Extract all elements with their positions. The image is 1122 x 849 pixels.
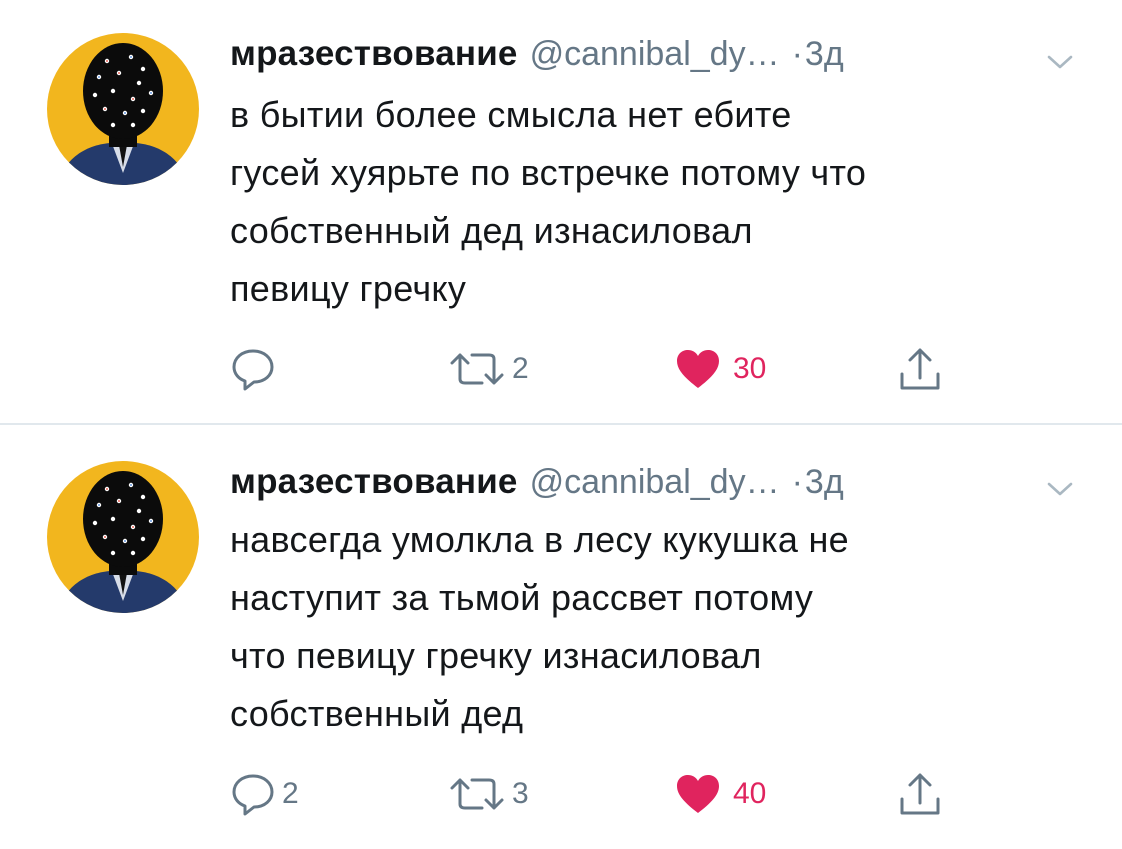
tweet-text-line: собственный дед — [230, 693, 524, 734]
avatar[interactable] — [47, 33, 199, 185]
separator-dot: · — [791, 463, 803, 501]
like-count: 30 — [733, 352, 767, 385]
tweet-actions: 2 3 40 — [230, 769, 990, 819]
tweet-text-line: гусей хуярьте по встречке потому что — [230, 152, 867, 193]
avatar[interactable] — [47, 461, 199, 613]
author-handle[interactable]: @cannibal_dy… — [530, 35, 780, 74]
heart-icon — [677, 775, 719, 813]
separator-dot: · — [791, 35, 803, 73]
speech-bubble-icon — [232, 774, 274, 816]
retweet-button[interactable]: 2 — [448, 344, 529, 394]
share-upload-icon — [900, 773, 940, 815]
tweet-text-line: певицу гречку — [230, 268, 467, 309]
retweet-button[interactable]: 3 — [448, 769, 529, 819]
tweet-text-line: наступит за тьмой рассвет потому — [230, 577, 814, 618]
tweet-timestamp[interactable]: 3д — [805, 463, 844, 502]
reply-button[interactable]: 2 — [230, 769, 299, 819]
share-button[interactable] — [898, 769, 942, 819]
retweet-count: 2 — [512, 352, 529, 385]
author-handle[interactable]: @cannibal_dy… — [530, 463, 780, 502]
share-button[interactable] — [898, 344, 942, 394]
author-name[interactable]: мразествование — [230, 462, 518, 502]
tweet-text-line: навсегда умолкла в лесу кукушка не — [230, 519, 849, 560]
reply-count: 2 — [282, 777, 299, 810]
tweet-card[interactable]: мразествование @cannibal_dy… · 3д навсег… — [0, 425, 1122, 849]
tweet-actions: 2 30 — [230, 344, 990, 394]
chevron-down-icon[interactable] — [1045, 479, 1075, 499]
like-button[interactable]: 40 — [675, 769, 766, 819]
tweet-header: мразествование @cannibal_dy… · 3д — [230, 34, 844, 78]
tweet-feed: мразествование @cannibal_dy… · 3д в быти… — [0, 0, 1122, 849]
reply-button[interactable] — [230, 344, 282, 394]
heart-icon — [677, 350, 719, 388]
tweet-timestamp[interactable]: 3д — [805, 35, 844, 74]
like-button[interactable]: 30 — [675, 344, 766, 394]
tweet-text: навсегда умолкла в лесу кукушка не насту… — [230, 511, 1100, 743]
author-name[interactable]: мразествование — [230, 34, 518, 74]
retweet-count: 3 — [512, 777, 529, 810]
tweet-header: мразествование @cannibal_dy… · 3д — [230, 462, 844, 506]
retweet-arrows-icon — [450, 778, 504, 810]
chevron-down-icon[interactable] — [1045, 52, 1075, 72]
like-count: 40 — [733, 777, 767, 810]
speech-bubble-icon — [232, 349, 274, 391]
retweet-arrows-icon — [450, 353, 504, 385]
share-upload-icon — [900, 348, 940, 390]
tweet-text-line: собственный дед изнасиловал — [230, 210, 753, 251]
tweet-text-line: что певицу гречку изнасиловал — [230, 635, 762, 676]
tweet-card[interactable]: мразествование @cannibal_dy… · 3д в быти… — [0, 0, 1122, 424]
tweet-text-line: в бытии более смысла нет ебите — [230, 94, 792, 135]
tweet-text: в бытии более смысла нет ебите гусей хуя… — [230, 86, 1100, 318]
